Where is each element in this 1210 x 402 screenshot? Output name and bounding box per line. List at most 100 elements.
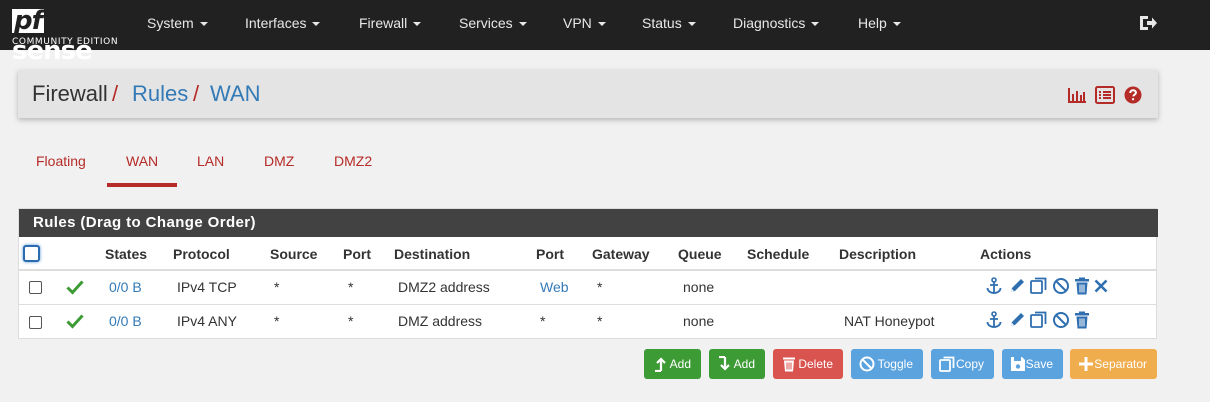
col-description: Description <box>839 246 917 262</box>
cell-queue: none <box>683 279 715 295</box>
cell-port: * <box>348 313 354 329</box>
trash-icon[interactable] <box>1073 277 1091 295</box>
separator-label: Separator <box>1094 357 1147 371</box>
nav-system-label: System <box>147 15 194 31</box>
col-actions: Actions <box>980 246 1032 262</box>
caret-down-icon <box>811 22 820 27</box>
cell-protocol: IPv4 TCP <box>177 279 237 295</box>
cell-gateway: * <box>597 313 603 329</box>
nav-vpn[interactable]: VPN <box>563 15 606 31</box>
caret-down-icon <box>892 22 901 27</box>
trash-icon[interactable] <box>1073 311 1091 329</box>
logo-pf: pf <box>12 6 44 36</box>
row-checkbox[interactable] <box>29 281 42 294</box>
dest-port-link[interactable]: Web <box>540 279 569 295</box>
disable-ban-icon[interactable] <box>1052 311 1070 329</box>
select-all-checkbox[interactable] <box>23 245 40 262</box>
list-icon[interactable] <box>1095 86 1115 104</box>
pfsense-logo[interactable]: pfsense COMMUNITY EDITION <box>12 4 122 66</box>
tab-dmz[interactable]: DMZ <box>264 153 294 169</box>
nav-diagnostics-label: Diagnostics <box>733 15 806 31</box>
nav-status[interactable]: Status <box>642 15 696 31</box>
col-schedule: Schedule <box>747 246 810 262</box>
sign-out-icon[interactable] <box>1138 13 1158 33</box>
ban-icon <box>859 356 875 372</box>
cell-protocol: IPv4 ANY <box>177 313 237 329</box>
tab-dmz2[interactable]: DMZ2 <box>334 153 372 169</box>
cell-destination: DMZ address <box>398 313 483 329</box>
nav-interfaces-label: Interfaces <box>245 15 307 31</box>
states-link[interactable]: 0/0 B <box>109 279 142 295</box>
breadcrumb-separator: / <box>112 81 119 106</box>
nav-help[interactable]: Help <box>858 15 901 31</box>
nav-firewall-label: Firewall <box>359 15 408 31</box>
anchor-icon[interactable] <box>985 311 1003 329</box>
breadcrumb: Firewall / Rules / WAN <box>18 70 1158 118</box>
top-navbar: pfsense COMMUNITY EDITION System Interfa… <box>0 0 1210 66</box>
tab-floating[interactable]: Floating <box>36 153 86 169</box>
caret-down-icon <box>597 22 606 27</box>
delete-label: Delete <box>798 357 833 371</box>
breadcrumb-firewall: Firewall <box>32 81 108 106</box>
breadcrumb-wan-link[interactable]: WAN <box>210 82 261 106</box>
nav-interfaces[interactable]: Interfaces <box>245 15 321 31</box>
nav-services[interactable]: Services <box>459 15 527 31</box>
copy-icon[interactable] <box>1030 311 1048 329</box>
col-source: Source <box>270 246 318 262</box>
header-divider <box>19 269 1156 271</box>
disable-ban-icon[interactable] <box>1052 277 1070 295</box>
logo-edition: COMMUNITY EDITION <box>12 37 119 47</box>
nav-vpn-label: VPN <box>563 15 592 31</box>
cell-gateway: * <box>597 279 603 295</box>
add-bottom-button[interactable]: Add <box>709 349 765 379</box>
toggle-label: Toggle <box>877 357 913 371</box>
nav-help-label: Help <box>858 15 887 31</box>
add-top-button[interactable]: Add <box>644 349 701 379</box>
col-dest-port: Port <box>536 246 564 262</box>
check-icon[interactable] <box>66 279 84 295</box>
edit-pencil-icon[interactable] <box>1008 277 1026 295</box>
arrow-down-icon <box>719 356 730 371</box>
tab-wan[interactable]: WAN <box>126 153 158 169</box>
copy-icon[interactable] <box>1030 277 1048 295</box>
caret-down-icon <box>518 22 527 27</box>
col-states: States <box>105 246 148 262</box>
breadcrumb-rules-link[interactable]: Rules <box>132 82 188 106</box>
caret-down-icon <box>199 22 208 27</box>
caret-down-icon <box>413 22 422 27</box>
separator-button[interactable]: Separator <box>1070 349 1157 379</box>
col-destination: Destination <box>394 246 471 262</box>
tab-lan[interactable]: LAN <box>197 153 224 169</box>
nav-diagnostics[interactable]: Diagnostics <box>733 15 820 31</box>
edit-pencil-icon[interactable] <box>1008 311 1026 329</box>
save-label: Save <box>1025 357 1053 371</box>
panel-title: Rules (Drag to Change Order) <box>19 209 1158 237</box>
cell-destination: DMZ2 address <box>398 279 490 295</box>
arrow-up-icon <box>655 357 666 372</box>
nav-firewall[interactable]: Firewall <box>359 15 422 31</box>
toggle-button[interactable]: Toggle <box>851 349 923 379</box>
help-icon[interactable] <box>1123 86 1143 104</box>
active-tab-indicator <box>107 183 177 187</box>
nav-system[interactable]: System <box>147 15 208 31</box>
breadcrumb-separator: / <box>193 81 200 106</box>
col-queue: Queue <box>678 246 722 262</box>
nav-status-label: Status <box>642 15 682 31</box>
copy-button[interactable]: Copy <box>931 349 994 379</box>
trash-icon <box>783 357 795 372</box>
check-icon[interactable] <box>66 313 84 329</box>
delete-x-icon[interactable] <box>1092 277 1110 295</box>
copy-icon <box>939 356 955 372</box>
bar-chart-icon[interactable] <box>1067 86 1087 104</box>
anchor-icon[interactable] <box>985 277 1003 295</box>
cell-source: * <box>274 279 280 295</box>
row-checkbox[interactable] <box>29 316 42 329</box>
save-button[interactable]: Save <box>1002 349 1063 379</box>
states-link[interactable]: 0/0 B <box>109 313 142 329</box>
delete-button[interactable]: Delete <box>773 349 843 379</box>
caret-down-icon <box>312 22 321 27</box>
col-gateway: Gateway <box>592 246 650 262</box>
rules-panel: Rules (Drag to Change Order) States Prot… <box>18 208 1158 339</box>
copy-label: Copy <box>955 357 984 371</box>
plus-icon <box>1079 357 1093 371</box>
